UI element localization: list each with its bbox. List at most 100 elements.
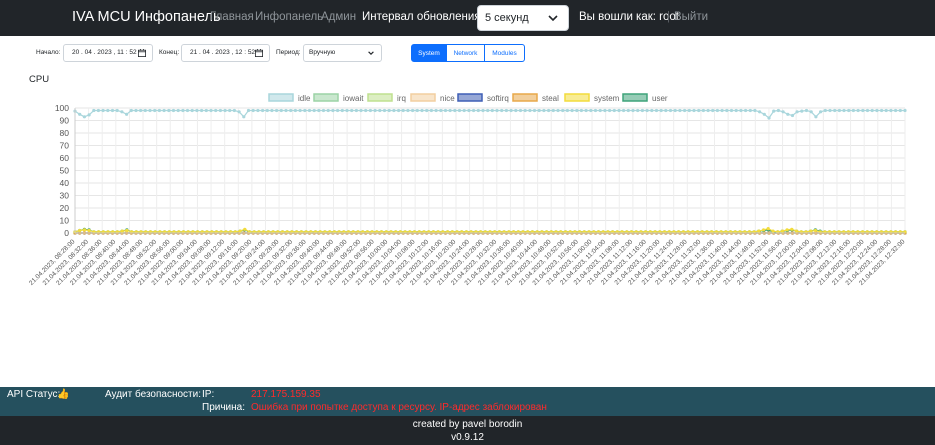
data-point-idle	[856, 108, 860, 113]
data-point-system	[243, 227, 247, 231]
data-point-idle	[697, 108, 701, 113]
data-point-idle	[382, 108, 387, 113]
legend-label-softirq: softirq	[487, 94, 509, 103]
tab-network[interactable]: Network	[447, 44, 485, 62]
data-point-idle	[298, 108, 302, 113]
data-point-idle	[851, 108, 856, 113]
end-label: Конец:	[159, 49, 180, 56]
data-point-idle	[894, 108, 898, 113]
data-point-idle	[378, 108, 382, 113]
data-point-system	[82, 228, 86, 232]
data-point-idle	[551, 108, 555, 113]
data-point-system	[785, 228, 789, 232]
data-point-idle	[242, 115, 246, 119]
data-point-idle	[401, 108, 405, 113]
data-point-idle	[659, 108, 663, 113]
legend-swatch-iowait	[313, 93, 339, 102]
data-point-idle	[767, 116, 771, 120]
data-point-idle	[734, 108, 738, 113]
data-point-idle	[289, 108, 293, 113]
nav-link-home[interactable]: Главная	[210, 11, 254, 23]
logout-link[interactable]: Выйти	[674, 11, 708, 23]
data-point-idle	[664, 108, 668, 113]
data-point-idle	[537, 108, 541, 113]
data-point-idle	[415, 108, 419, 113]
calendar-icon[interactable]	[255, 49, 263, 57]
data-point-idle	[593, 108, 598, 113]
data-point-idle	[612, 108, 616, 113]
data-point-idle	[148, 108, 152, 113]
data-point-idle	[364, 108, 368, 113]
brand[interactable]: IVA MCU Инфопанель	[72, 9, 221, 25]
legend-swatch-user	[622, 93, 648, 102]
data-point-idle	[598, 108, 602, 113]
data-point-idle	[668, 108, 673, 113]
data-point-system	[813, 228, 818, 233]
data-point-idle	[865, 108, 870, 113]
data-point-system	[78, 228, 82, 233]
data-point-idle	[246, 108, 251, 113]
data-point-idle	[392, 108, 396, 113]
data-point-idle	[809, 110, 813, 114]
data-point-idle	[336, 108, 340, 113]
data-point-idle	[434, 108, 438, 113]
data-point-idle	[317, 108, 321, 113]
data-point-idle	[406, 108, 410, 113]
data-point-idle	[729, 108, 734, 113]
data-point-idle	[350, 108, 354, 113]
data-point-idle	[279, 108, 283, 113]
nav-divider: |	[667, 11, 670, 23]
api-status-label: API Статус:	[7, 389, 61, 400]
legend-swatch-idle	[268, 93, 294, 102]
period-select[interactable]: Вручную	[303, 44, 382, 62]
data-point-idle	[617, 108, 621, 113]
legend-label-idle: idle	[298, 94, 311, 103]
cpu-chart: 010203040506070809010021.04.2023, 08:28:…	[28, 93, 907, 287]
data-point-idle	[115, 108, 119, 113]
data-point-idle	[167, 108, 171, 113]
y-tick-label: 0	[64, 228, 69, 238]
data-point-idle	[880, 108, 884, 113]
data-point-idle	[321, 108, 326, 113]
data-point-system	[757, 229, 761, 233]
tab-system[interactable]: System	[411, 44, 447, 62]
data-point-idle	[804, 108, 809, 113]
data-point-idle	[575, 108, 579, 113]
chevron-down-icon	[548, 15, 558, 22]
calendar-icon[interactable]	[138, 49, 146, 57]
data-point-idle	[748, 108, 752, 113]
data-point-idle	[472, 108, 476, 113]
tab-modules[interactable]: Modules	[485, 44, 525, 62]
data-point-idle	[78, 112, 82, 116]
data-point-idle	[570, 108, 574, 113]
data-point-idle	[739, 108, 743, 113]
data-point-idle	[565, 108, 570, 113]
data-point-idle	[467, 108, 471, 113]
data-point-idle	[153, 108, 157, 113]
interval-select[interactable]: 5 секунд	[477, 5, 569, 31]
data-point-system	[238, 229, 242, 233]
data-point-idle	[162, 108, 166, 113]
start-datetime-input[interactable]: 20 . 04 . 2023 , 11 : 52	[63, 44, 153, 62]
data-point-idle	[373, 108, 377, 113]
data-point-idle	[514, 108, 518, 113]
legend-swatch-irq	[367, 93, 393, 102]
nav-link-infopanel[interactable]: Инфопанель	[255, 11, 323, 23]
data-point-idle	[256, 108, 260, 113]
legend-label-irq: irq	[397, 94, 406, 103]
data-point-idle	[232, 108, 236, 113]
chart-title: CPU	[29, 74, 50, 85]
data-point-idle	[125, 112, 129, 116]
data-point-idle	[626, 108, 630, 113]
y-tick-label: 50	[60, 166, 70, 176]
y-tick-label: 40	[60, 178, 70, 188]
end-datetime-input[interactable]: 21 . 04 . 2023 , 12 : 52	[181, 44, 270, 62]
data-point-system	[780, 229, 785, 233]
data-point-idle	[293, 108, 297, 113]
data-point-idle	[110, 108, 115, 113]
data-point-idle	[190, 108, 194, 113]
status-bar: API Статус: 👍 Аудит безопасности: IP: 21…	[0, 387, 935, 416]
nav-link-admin[interactable]: Админ	[321, 11, 356, 23]
data-point-idle	[589, 108, 593, 113]
data-point-idle	[903, 108, 907, 113]
